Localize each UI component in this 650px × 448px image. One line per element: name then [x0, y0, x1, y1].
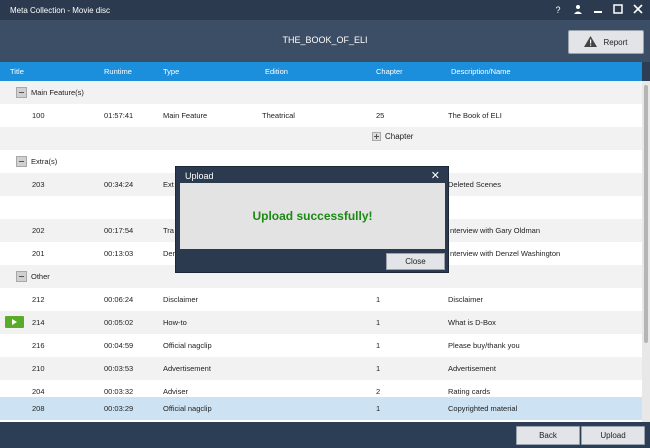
table-row[interactable]: 212 00:06:24 Disclaimer 1 Disclaimer — [0, 288, 642, 311]
cell-type: Der — [163, 249, 176, 258]
cell-type: Adviser — [163, 387, 189, 396]
cell-runtime: 00:04:59 — [104, 341, 134, 350]
cell-runtime: 00:17:54 — [104, 226, 134, 235]
cell-chapter: 25 — [376, 111, 385, 120]
success-message: Upload successfully! — [252, 209, 373, 223]
table-row[interactable]: 210 00:03:53 Advertisement 1 Advertiseme… — [0, 357, 642, 380]
window-title: Meta Collection - Movie disc — [10, 5, 111, 15]
col-runtime[interactable]: Runtime — [104, 67, 132, 76]
dialog-close-button[interactable]: Close — [386, 253, 445, 270]
col-edition[interactable]: Edition — [265, 67, 288, 76]
cell-title: 216 — [32, 341, 45, 350]
cell-runtime: 00:13:03 — [104, 249, 134, 258]
minimize-icon[interactable] — [592, 4, 604, 16]
cell-chapter: 1 — [376, 404, 381, 413]
group-row-main[interactable]: Main Feature(s) — [0, 81, 642, 104]
cell-title: 100 — [32, 111, 45, 120]
upload-button[interactable]: Upload — [581, 426, 645, 445]
cell-runtime: 00:03:29 — [104, 404, 134, 413]
cell-title: 210 — [32, 364, 45, 373]
cell-type: Official nagclip — [163, 341, 212, 350]
group-label: Extra(s) — [31, 157, 58, 166]
footer-bar: Back Upload — [0, 422, 650, 448]
cell-runtime: 00:34:24 — [104, 180, 134, 189]
cell-description: Rating cards — [448, 387, 491, 396]
cell-description: nterview with Gary Oldman — [450, 226, 541, 235]
close-icon[interactable]: ✕ — [431, 169, 440, 182]
cell-description: Deleted Scenes — [448, 180, 501, 189]
collapse-icon[interactable] — [16, 271, 27, 282]
cell-description: nterview with Denzel Washington — [450, 249, 561, 258]
cell-edition: Theatrical — [262, 111, 295, 120]
cell-chapter: 1 — [376, 295, 381, 304]
add-chapter-label: Chapter — [385, 132, 414, 141]
user-icon[interactable] — [572, 4, 584, 16]
cell-title: 204 — [32, 387, 45, 396]
warning-icon — [584, 35, 598, 49]
table-row[interactable]: 216 00:04:59 Official nagclip 1 Please b… — [0, 334, 642, 357]
add-chapter-button[interactable]: Chapter — [372, 132, 413, 141]
col-description[interactable]: Description/Name — [451, 67, 511, 76]
cell-runtime: 00:06:24 — [104, 295, 134, 304]
table-row-selected[interactable]: 208 00:03:29 Official nagclip 1 Copyrigh… — [0, 397, 642, 420]
cell-title: 201 — [32, 249, 45, 258]
cell-type: Disclaimer — [163, 295, 199, 304]
group-label: Main Feature(s) — [31, 88, 84, 97]
cell-description: Disclaimer — [448, 295, 484, 304]
title-bar: Meta Collection - Movie disc ? — [0, 0, 650, 20]
cell-type: Main Feature — [163, 111, 208, 120]
cell-title: 212 — [32, 295, 45, 304]
plus-icon — [372, 132, 381, 141]
group-label: Other — [31, 272, 50, 281]
maximize-icon[interactable] — [612, 4, 624, 16]
table-row[interactable]: 214 00:05:02 How-to 1 What is D-Box — [0, 311, 642, 334]
cell-type: Tra — [163, 226, 174, 235]
window-controls: ? — [552, 0, 644, 20]
add-chapter-row: Chapter — [0, 127, 642, 150]
disc-header: THE_BOOK_OF_ELI — [0, 20, 650, 62]
upload-dialog: Upload ✕ Upload successfully! Close — [175, 166, 449, 273]
cell-runtime: 00:03:53 — [104, 364, 134, 373]
cell-description: The Book of ELI — [448, 111, 502, 120]
table-header: Title Runtime Type Edition Chapter Descr… — [0, 62, 642, 81]
cell-description: Copyrighted material — [448, 404, 518, 413]
scroll-thumb[interactable] — [644, 85, 648, 343]
collapse-icon[interactable] — [16, 156, 27, 167]
collapse-icon[interactable] — [16, 87, 27, 98]
cell-chapter: 1 — [376, 318, 381, 327]
help-button[interactable]: ? — [552, 4, 564, 16]
cell-description: Advertisement — [448, 364, 496, 373]
cell-runtime: 00:03:32 — [104, 387, 134, 396]
table-row[interactable]: 100 01:57:41 Main Feature Theatrical 25 … — [0, 104, 642, 127]
cell-title: 202 — [32, 226, 45, 235]
close-icon[interactable] — [632, 4, 644, 16]
cell-description: Please buy/thank you — [448, 341, 520, 350]
cell-type: Official nagclip — [163, 404, 212, 413]
report-label: Report — [603, 37, 628, 47]
cell-title: 203 — [32, 180, 45, 189]
back-button[interactable]: Back — [516, 426, 580, 445]
cell-chapter: 1 — [376, 341, 381, 350]
cell-chapter: 2 — [376, 387, 381, 396]
dialog-title: Upload — [185, 171, 214, 181]
col-title[interactable]: Title — [10, 67, 24, 76]
cell-description: What is D-Box — [448, 318, 496, 327]
report-button[interactable]: Report — [568, 30, 644, 54]
cell-type: Advertisement — [163, 364, 211, 373]
disc-title: THE_BOOK_OF_ELI — [282, 35, 368, 45]
cell-title: 214 — [32, 318, 45, 327]
col-chapter[interactable]: Chapter — [376, 67, 403, 76]
play-icon[interactable] — [5, 316, 24, 328]
cell-type: Ext — [163, 180, 174, 189]
dialog-body: Upload successfully! — [180, 183, 445, 249]
cell-title: 208 — [32, 404, 45, 413]
cell-chapter: 1 — [376, 364, 381, 373]
cell-runtime: 01:57:41 — [104, 111, 134, 120]
cell-runtime: 00:05:02 — [104, 318, 134, 327]
cell-type: How-to — [163, 318, 187, 327]
col-type[interactable]: Type — [163, 67, 179, 76]
vertical-scrollbar[interactable] — [642, 81, 650, 422]
